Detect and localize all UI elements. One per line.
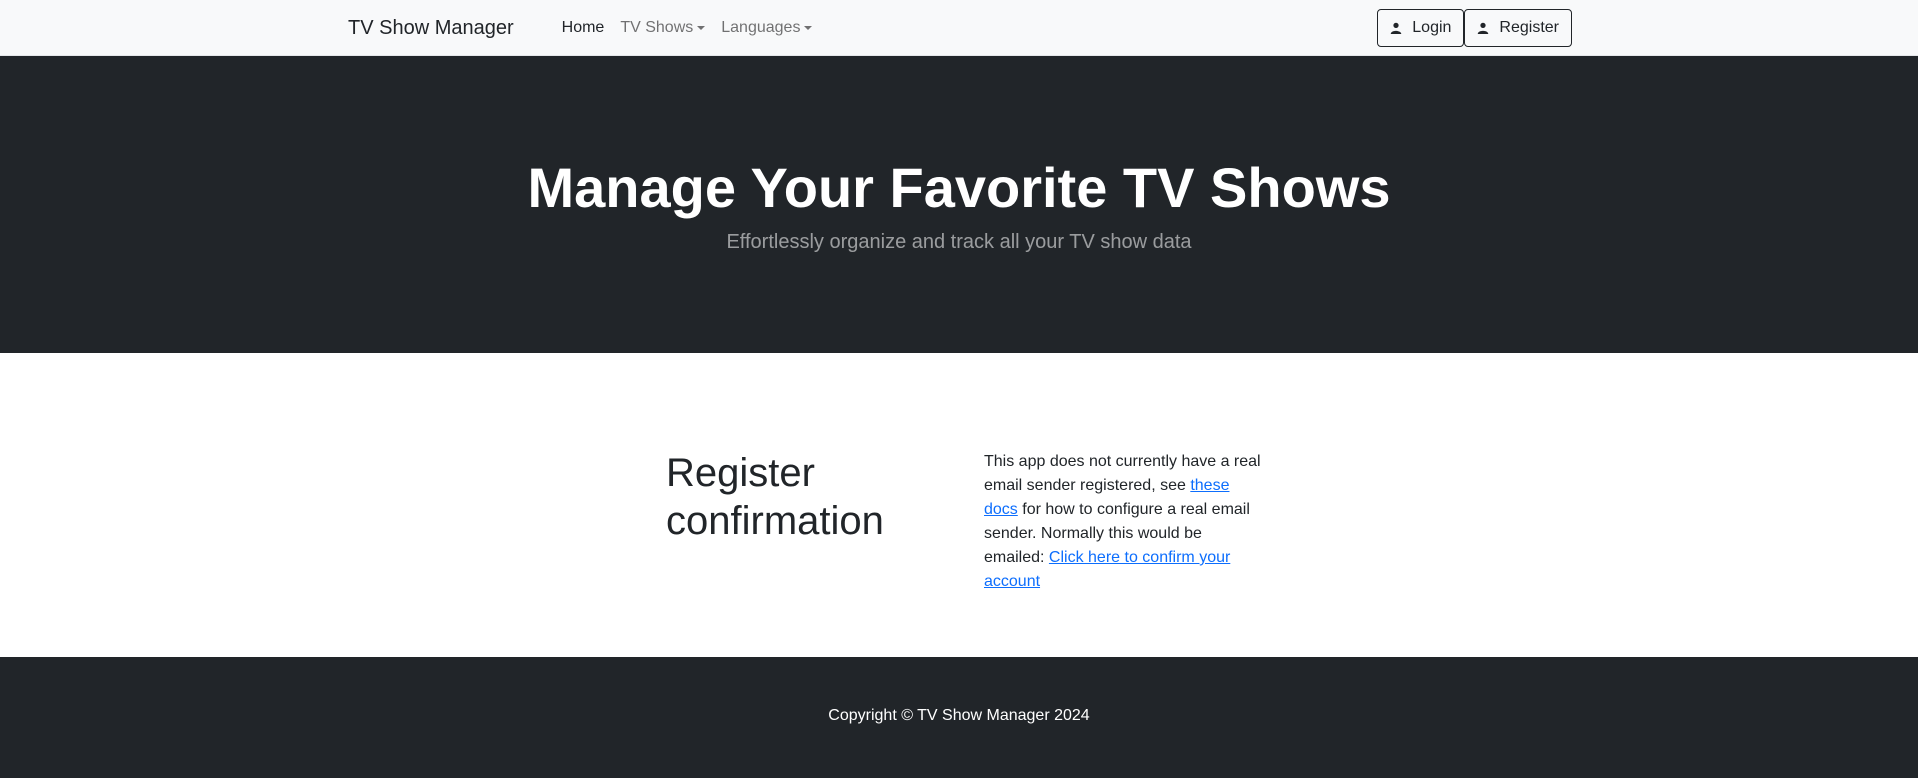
login-button[interactable]: Login [1377, 9, 1465, 47]
nav-tv-shows-label: TV Shows [620, 19, 694, 36]
register-button[interactable]: Register [1464, 9, 1572, 47]
nav-tv-shows-dropdown[interactable]: TV Shows [620, 19, 706, 37]
person-icon [1478, 22, 1489, 34]
nav-languages-label: Languages [721, 19, 801, 36]
navbar-container: TV Show Manager Home TV Shows Languages … [348, 0, 1572, 56]
auth-buttons: Login Register [1377, 9, 1572, 47]
register-label: Register [1499, 19, 1559, 36]
login-label: Login [1412, 19, 1452, 36]
page-title: Register confirmation [666, 451, 884, 543]
copyright-text: Copyright © TV Show Manager 2024 [828, 707, 1090, 724]
main-content: Register confirmation This app does not … [0, 353, 1918, 657]
nav-links: Home TV Shows Languages [562, 19, 813, 37]
confirmation-message: This app does not currently have a real … [984, 450, 1266, 594]
caret-down-icon [804, 26, 813, 30]
hero-subtitle: Effortlessly organize and track all your… [726, 231, 1192, 253]
top-navbar: TV Show Manager Home TV Shows Languages … [0, 0, 1918, 56]
nav-home-link[interactable]: Home [562, 19, 605, 37]
person-icon [1391, 22, 1402, 34]
hero-section: Manage Your Favorite TV Shows Effortless… [0, 56, 1918, 353]
brand-link[interactable]: TV Show Manager [348, 17, 514, 40]
hero-title: Manage Your Favorite TV Shows [527, 156, 1391, 219]
caret-down-icon [697, 26, 706, 30]
page-footer: Copyright © TV Show Manager 2024 [0, 657, 1918, 778]
nav-languages-dropdown[interactable]: Languages [721, 19, 813, 37]
